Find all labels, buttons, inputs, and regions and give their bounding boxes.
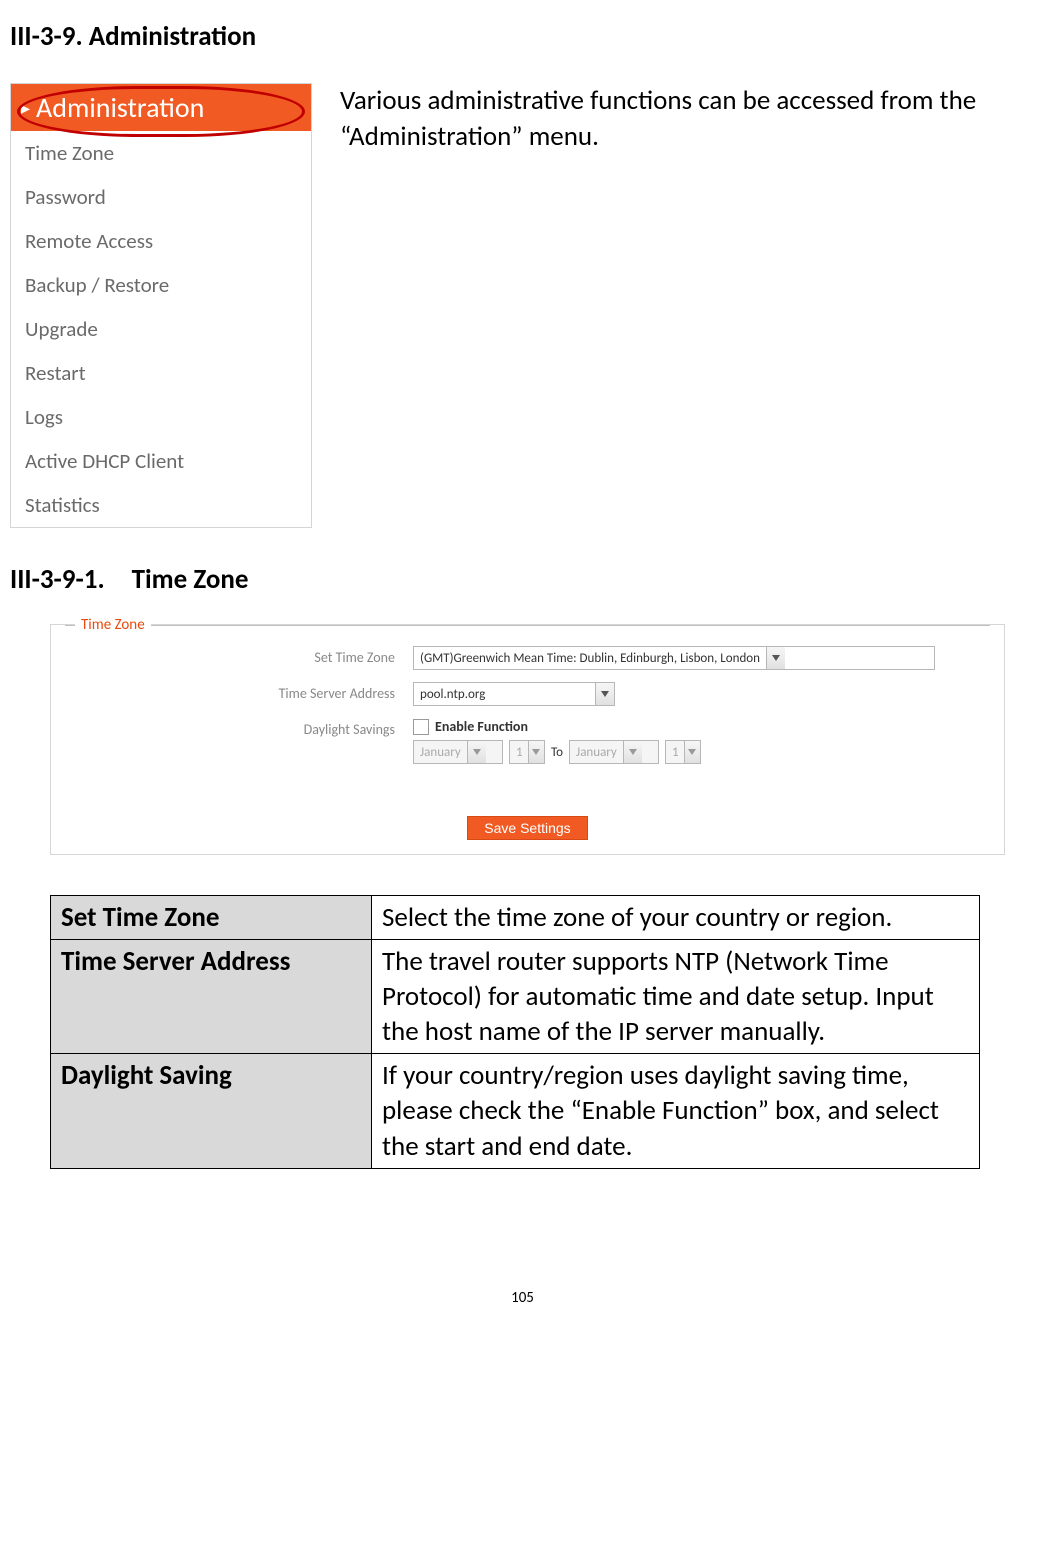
ds-to-month-value: January [570, 745, 623, 760]
table-row: Set Time Zone Select the time zone of yo… [51, 896, 980, 940]
admin-menu-header[interactable]: ▸ Administration [11, 84, 311, 131]
admin-menu: ▸ Administration Time Zone Password Remo… [10, 83, 312, 528]
admin-menu-item[interactable]: Password [11, 175, 311, 219]
time-zone-panel: Time Zone Set Time Zone (GMT)Greenwich M… [50, 624, 1005, 855]
description-table: Set Time Zone Select the time zone of yo… [50, 895, 980, 1169]
save-settings-button[interactable]: Save Settings [467, 816, 587, 840]
table-key: Set Time Zone [51, 896, 372, 940]
admin-menu-item[interactable]: Remote Access [11, 219, 311, 263]
ds-from-month-value: January [414, 745, 467, 760]
ds-to-day-value: 1 [666, 745, 684, 760]
table-row: Daylight Saving If your country/region u… [51, 1054, 980, 1168]
ds-from-day-value: 1 [510, 745, 528, 760]
page-number: 105 [10, 1289, 1035, 1307]
table-value: If your country/region uses daylight sav… [372, 1054, 980, 1168]
admin-menu-item[interactable]: Logs [11, 395, 311, 439]
chevron-down-icon [623, 741, 642, 763]
ds-to-day-select[interactable]: 1 [665, 740, 701, 764]
ds-from-day-select[interactable]: 1 [509, 740, 545, 764]
time-server-input[interactable]: pool.ntp.org [413, 682, 615, 706]
chevron-down-icon [467, 741, 486, 763]
daylight-savings-label: Daylight Savings [75, 718, 413, 738]
time-zone-select[interactable]: (GMT)Greenwich Mean Time: Dublin, Edinbu… [413, 646, 935, 670]
ds-from-month-select[interactable]: January [413, 740, 503, 764]
admin-menu-header-label: Administration [36, 90, 204, 125]
table-key: Daylight Saving [51, 1054, 372, 1168]
admin-menu-item[interactable]: Backup / Restore [11, 263, 311, 307]
section-heading: III-3-9. Administration [10, 20, 1035, 53]
admin-menu-item[interactable]: Active DHCP Client [11, 439, 311, 483]
set-time-zone-label: Set Time Zone [75, 646, 413, 666]
admin-menu-item[interactable]: Time Zone [11, 131, 311, 175]
ds-to-label: To [551, 745, 563, 760]
table-key: Time Server Address [51, 940, 372, 1054]
chevron-down-icon [595, 683, 614, 705]
chevron-down-icon [766, 647, 785, 669]
time-zone-legend: Time Zone [75, 616, 151, 634]
admin-menu-item[interactable]: Restart [11, 351, 311, 395]
chevron-right-icon: ▸ [21, 99, 30, 117]
enable-function-label: Enable Function [435, 718, 528, 735]
table-value: Select the time zone of your country or … [372, 896, 980, 940]
chevron-down-icon [528, 741, 544, 763]
enable-function-checkbox[interactable] [413, 719, 429, 735]
admin-menu-item[interactable]: Upgrade [11, 307, 311, 351]
ds-to-month-select[interactable]: January [569, 740, 659, 764]
table-row: Time Server Address The travel router su… [51, 940, 980, 1054]
chevron-down-icon [684, 741, 700, 763]
time-server-address-label: Time Server Address [75, 682, 413, 702]
time-server-input-value: pool.ntp.org [414, 687, 595, 702]
time-zone-select-value: (GMT)Greenwich Mean Time: Dublin, Edinbu… [414, 651, 766, 666]
intro-paragraph: Various administrative functions can be … [340, 83, 1035, 528]
subsection-heading: III-3-9-1. Time Zone [10, 563, 1035, 596]
table-value: The travel router supports NTP (Network … [372, 940, 980, 1054]
admin-menu-item[interactable]: Statistics [11, 483, 311, 527]
